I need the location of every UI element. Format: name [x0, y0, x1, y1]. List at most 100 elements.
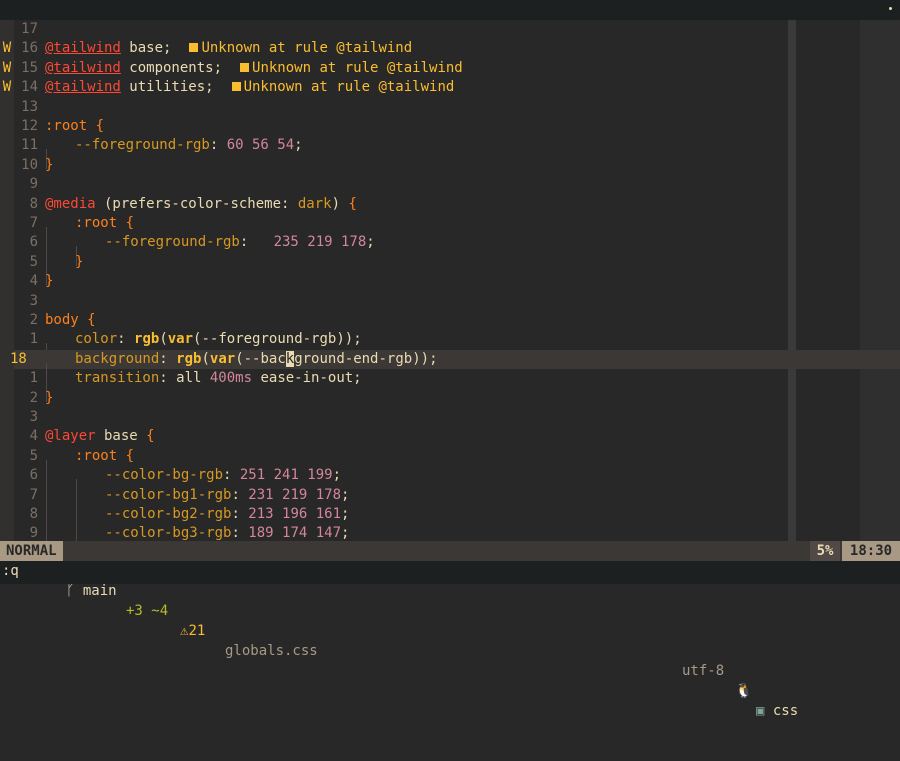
code-line[interactable]: W 16 @tailwind base; Unknown at rule @tailw…	[0, 39, 900, 59]
code-line[interactable]: 17	[0, 20, 900, 40]
code-token: rgb	[134, 331, 160, 348]
sign-column	[0, 194, 14, 214]
code-text: @tailwind utilities; Unknown at rule @tai…	[45, 78, 454, 97]
mode-indicator: NORMAL	[0, 541, 63, 561]
code-line[interactable]: 8 --color-bg2-rgb: 213 196 161;	[0, 505, 900, 538]
warning-count: 21	[188, 623, 206, 639]
code-line[interactable]: 7 --color-bg1-rgb: 231 219 178;	[0, 485, 900, 518]
code-token: ease-in-out;	[252, 370, 362, 387]
code-line[interactable]: W 14 @tailwind utilities; Unknown at rule @…	[0, 78, 900, 98]
diagnostic-text: Unknown at rule @tailwind	[252, 59, 463, 76]
sign-column	[0, 291, 14, 311]
line-number: 18	[10, 350, 27, 367]
code-token: :	[159, 350, 177, 367]
code-line[interactable]: 13	[0, 97, 900, 117]
diagnostics-warnings[interactable]: ⚠21	[180, 621, 205, 641]
code-line[interactable]: 1 transition: all 400ms ease-in-out;	[0, 369, 900, 402]
code-line[interactable]: 4}	[0, 272, 900, 292]
sign-column	[0, 20, 14, 40]
code-token: --foreground-rgb	[105, 234, 240, 251]
code-line[interactable]: 4 @layer base {	[0, 427, 900, 447]
line-number: 1	[29, 370, 38, 387]
code-line[interactable]: 7:root {	[0, 214, 900, 247]
code-line[interactable]: 12:root {	[0, 117, 900, 137]
code-token: color	[75, 331, 118, 348]
code-token: }	[45, 156, 54, 173]
code-line[interactable]: 8 @media (prefers-color-scheme: dark) {	[0, 194, 900, 214]
code-token: :	[117, 331, 135, 348]
line-number: 1	[29, 331, 38, 348]
code-line[interactable]: 3	[0, 408, 900, 428]
clock: 18:30	[842, 541, 900, 561]
current-line[interactable]: 18 background: rgb(var(--background-end-r…	[0, 349, 900, 383]
code-line[interactable]: 5}	[0, 252, 900, 286]
line-number: 7	[29, 486, 38, 503]
line-number: 9	[29, 176, 38, 193]
code-text: transition: all 400ms ease-in-out;	[45, 369, 362, 402]
diagnostic-message[interactable]: Unknown at rule @tailwind	[189, 40, 412, 56]
code-text: --foreground-rgb: 60 56 54;	[45, 136, 303, 169]
code-text: color: rgb(var(--foreground-rgb));	[45, 330, 362, 363]
code-token: --color-bg-rgb	[105, 467, 224, 484]
code-line[interactable]: 10}	[0, 155, 900, 176]
code-line[interactable]: 2 body {	[0, 311, 900, 331]
code-line[interactable]: W 15 @tailwind components; Unknown at rule …	[0, 58, 900, 79]
code-token: 251 241 199	[239, 467, 333, 484]
line-number: 3	[29, 409, 38, 425]
menu-dot-icon[interactable]	[889, 7, 892, 10]
file-name: globals.css	[225, 643, 318, 659]
sign-column	[0, 272, 14, 292]
line-number: 17	[21, 21, 38, 37]
code-line[interactable]: 9 --color-bg3-rgb: 189 174 147;	[0, 524, 900, 541]
code-token: {	[125, 215, 135, 231]
code-line[interactable]: 2}	[0, 388, 900, 408]
line-number: 16	[21, 40, 38, 57]
code-token: ;	[341, 525, 350, 541]
code-line[interactable]: 5:root {	[0, 446, 900, 480]
code-token: dark	[297, 195, 332, 212]
code-token: @media	[45, 195, 96, 212]
code-line[interactable]: 6 --foreground-rgb: 235 219 178;	[0, 233, 900, 266]
sign-column	[0, 408, 14, 428]
sign-column	[0, 117, 14, 137]
code-text: --foreground-rgb: 235 219 178;	[45, 233, 375, 266]
code-token: : all	[159, 370, 210, 387]
code-text: }	[45, 272, 53, 291]
code-token: body	[45, 312, 88, 328]
code-text: background: rgb(var(--background-end-rgb…	[45, 350, 438, 383]
code-token: --color-bg3-rgb	[105, 525, 232, 541]
diagnostic-warning-icon	[231, 82, 241, 92]
diagnostic-message[interactable]: Unknown at rule @tailwind	[231, 79, 454, 95]
editor-buffer[interactable]: 17 W 16 @tailwind base; Unknown at rule @tai…	[0, 20, 900, 541]
code-token: var	[167, 331, 194, 348]
css-icon: ▣	[756, 703, 765, 719]
code-token: --color-bg2-rgb	[105, 506, 232, 522]
code-line[interactable]: 9	[0, 175, 900, 195]
code-text: --color-bg2-rgb: 213 196 161;	[45, 505, 349, 538]
code-token: ground-end-rgb));	[294, 350, 438, 367]
command-line[interactable]: :q	[0, 561, 900, 584]
code-text: :root {	[45, 117, 104, 136]
sign-column	[0, 388, 14, 408]
code-line[interactable]: 11 --foreground-rgb: 60 56 54;	[0, 136, 900, 169]
code-text: :root {	[45, 447, 134, 480]
code-line[interactable]: 6 --color-bg-rgb: 251 241 199;	[0, 466, 900, 499]
code-token: :	[239, 234, 274, 251]
code-text: }	[45, 253, 84, 286]
code-token: :root	[75, 447, 126, 464]
code-line[interactable]: 1 color: rgb(var(--foreground-rgb));	[0, 330, 900, 363]
line-number: 4	[29, 428, 38, 445]
scroll-percent: 5%	[810, 541, 840, 561]
line-number: 5	[29, 253, 38, 270]
sign-column	[0, 214, 14, 234]
code-token: }	[75, 253, 84, 270]
code-token: --color-bg1-rgb	[105, 486, 232, 503]
line-number: 6	[29, 467, 38, 484]
code-token: :	[209, 137, 227, 154]
code-line[interactable]: 3	[0, 291, 900, 311]
code-token: base	[95, 428, 147, 445]
sign-column	[0, 97, 14, 117]
line-number: 7	[29, 215, 38, 231]
status-line: NORMAL ᚴ main +3 ~4 ⚠21 globals.css utf-…	[0, 541, 900, 719]
diagnostic-message[interactable]: Unknown at rule @tailwind	[240, 60, 463, 76]
